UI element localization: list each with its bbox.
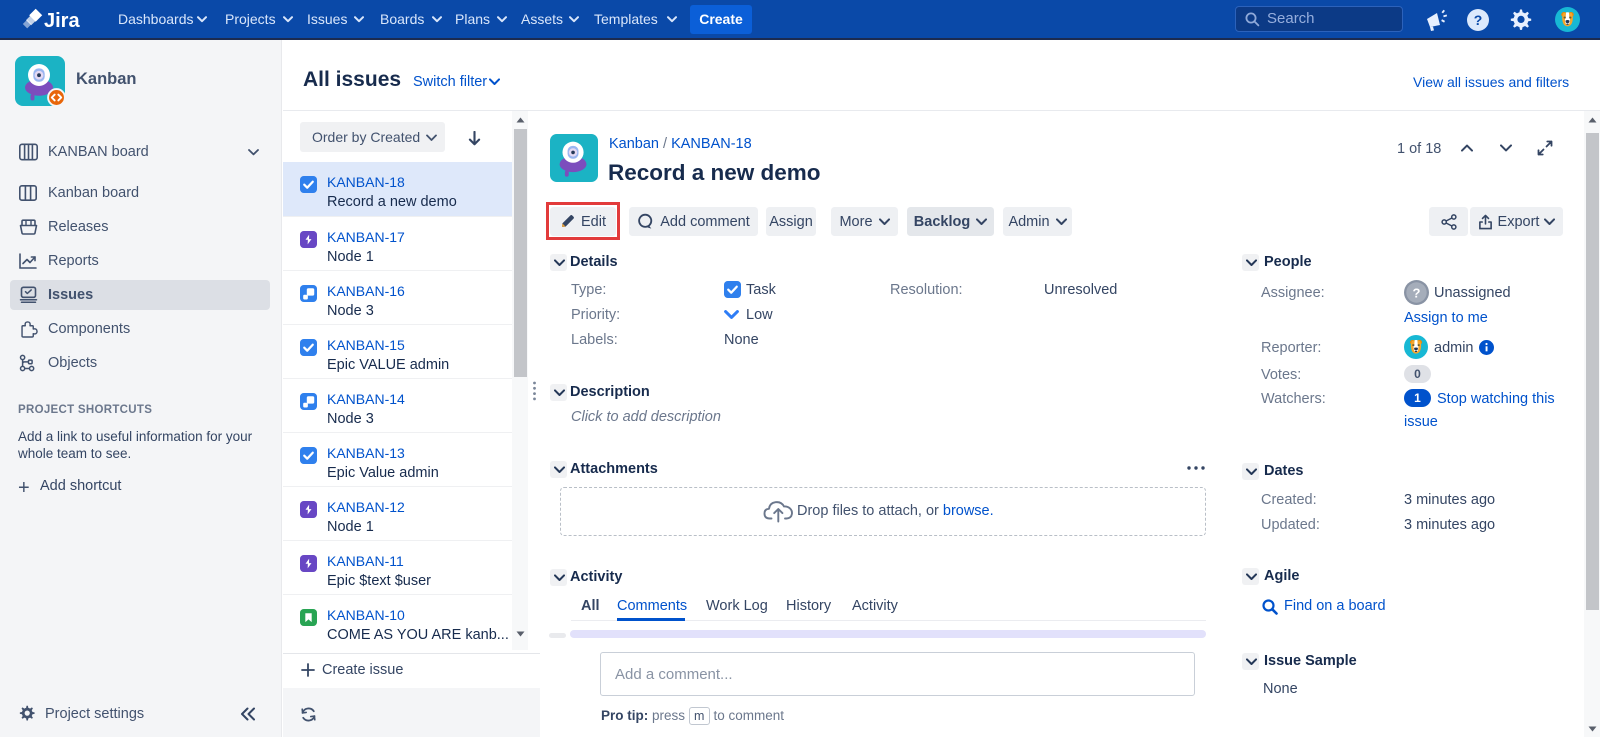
svg-text:Jira: Jira bbox=[44, 10, 80, 32]
svg-text:?: ? bbox=[1474, 12, 1483, 28]
svg-text:?: ? bbox=[1413, 286, 1421, 301]
